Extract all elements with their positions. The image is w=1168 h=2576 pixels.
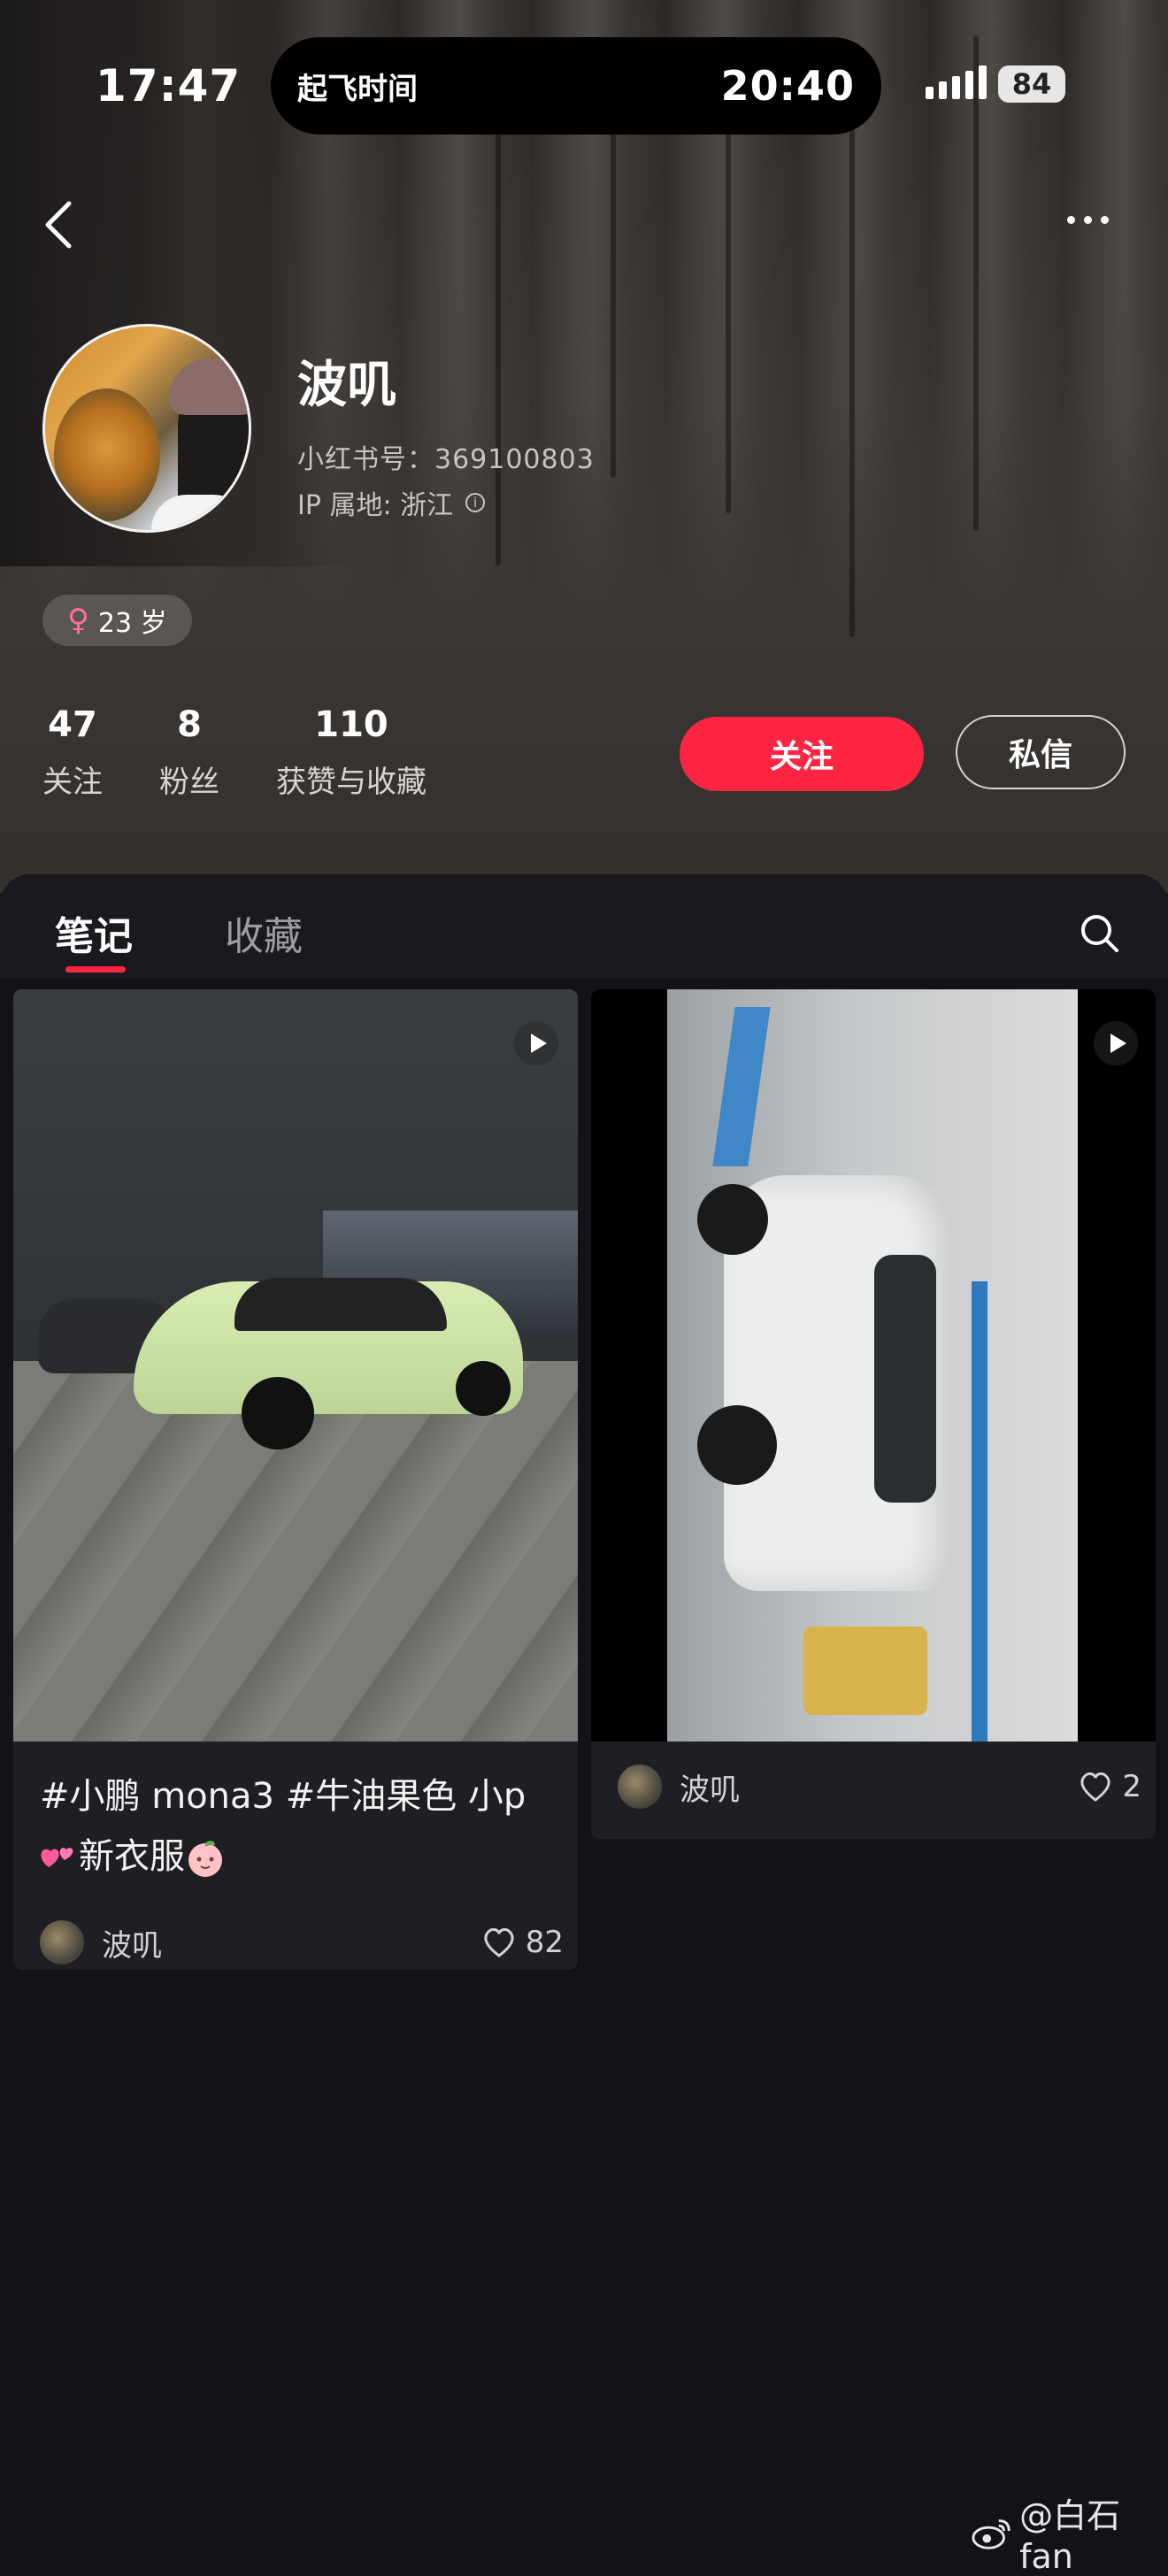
watermark: @白石fan <box>972 2488 1168 2576</box>
age-badge: ♀ 23 岁 <box>42 595 192 646</box>
stat-following[interactable]: 47 关注 <box>42 704 103 801</box>
tab-active-indicator <box>65 966 126 973</box>
like-button[interactable]: 82 <box>481 1925 564 1960</box>
heart-icon <box>1080 1772 1110 1802</box>
note-cover-image[interactable] <box>591 989 1156 1742</box>
message-button[interactable]: 私信 <box>956 715 1126 789</box>
info-icon[interactable]: i <box>465 493 486 512</box>
note-cover-image[interactable] <box>13 989 578 1742</box>
like-button[interactable]: 2 <box>1078 1769 1141 1804</box>
stat-fans-value: 8 <box>177 704 202 745</box>
redbook-id[interactable]: 小红书号：369100803 <box>297 437 595 476</box>
author-avatar[interactable] <box>40 1920 84 1965</box>
note-title-line1: #小鹏 mona3 #牛油果色 小p <box>40 1776 526 1817</box>
note-title-line2: 新衣服 <box>79 1836 185 1877</box>
stat-likes-collects[interactable]: 110 获赞与收藏 <box>276 704 426 801</box>
more-icon[interactable] <box>1067 216 1109 224</box>
avatar[interactable] <box>42 324 251 533</box>
note-card[interactable]: 波叽 2 <box>591 989 1156 1839</box>
tab-notes[interactable]: 笔记 <box>55 904 133 961</box>
play-icon <box>1094 1021 1138 1065</box>
stat-following-value: 47 <box>48 704 97 745</box>
back-icon[interactable] <box>39 196 81 253</box>
heart-icon <box>484 1927 514 1957</box>
note-card[interactable]: #小鹏 mona3 #牛油果色 小p 新衣服 波叽 82 <box>13 989 578 1970</box>
island-time: 20:40 <box>720 62 855 110</box>
battery-indicator: 84 <box>998 65 1065 103</box>
signal-icon <box>926 65 987 99</box>
note-title[interactable]: #小鹏 mona3 #牛油果色 小p 新衣服 <box>40 1766 553 1887</box>
dynamic-island[interactable]: 起飞时间 20:40 <box>271 37 881 135</box>
like-count: 2 <box>1122 1769 1141 1804</box>
search-icon[interactable] <box>1078 911 1120 954</box>
island-label: 起飞时间 <box>297 71 418 107</box>
stat-likes-value: 110 <box>314 704 388 745</box>
weibo-icon <box>972 2518 1010 2549</box>
follow-button[interactable]: 关注 <box>680 717 924 791</box>
play-icon <box>514 1021 558 1065</box>
note-meta: 波叽 82 <box>40 1920 564 1965</box>
like-count: 82 <box>525 1925 564 1960</box>
ip-location: IP 属地: 浙江 i <box>297 483 486 522</box>
author-avatar[interactable] <box>618 1765 662 1809</box>
stat-following-label: 关注 <box>42 765 103 800</box>
stat-fans-label: 粉丝 <box>159 765 219 800</box>
stat-likes-label: 获赞与收藏 <box>276 765 426 800</box>
age-text: 23 岁 <box>97 608 167 639</box>
status-time: 17:47 <box>96 60 242 111</box>
stat-fans[interactable]: 8 粉丝 <box>159 704 219 801</box>
tab-favorites[interactable]: 收藏 <box>225 904 303 961</box>
nickname: 波叽 <box>297 357 396 414</box>
ip-location-text: IP 属地: 浙江 <box>297 490 454 521</box>
note-author[interactable]: 波叽 <box>680 1765 1078 1809</box>
tab-bar <box>0 874 1168 979</box>
note-meta: 波叽 2 <box>618 1765 1141 1809</box>
peach-face-emoji-icon <box>188 1841 222 1877</box>
watermark-text: @白石fan <box>1019 2496 1121 2576</box>
note-author[interactable]: 波叽 <box>102 1921 481 1965</box>
two-hearts-emoji-icon <box>41 1848 73 1867</box>
female-icon: ♀ <box>67 603 89 638</box>
